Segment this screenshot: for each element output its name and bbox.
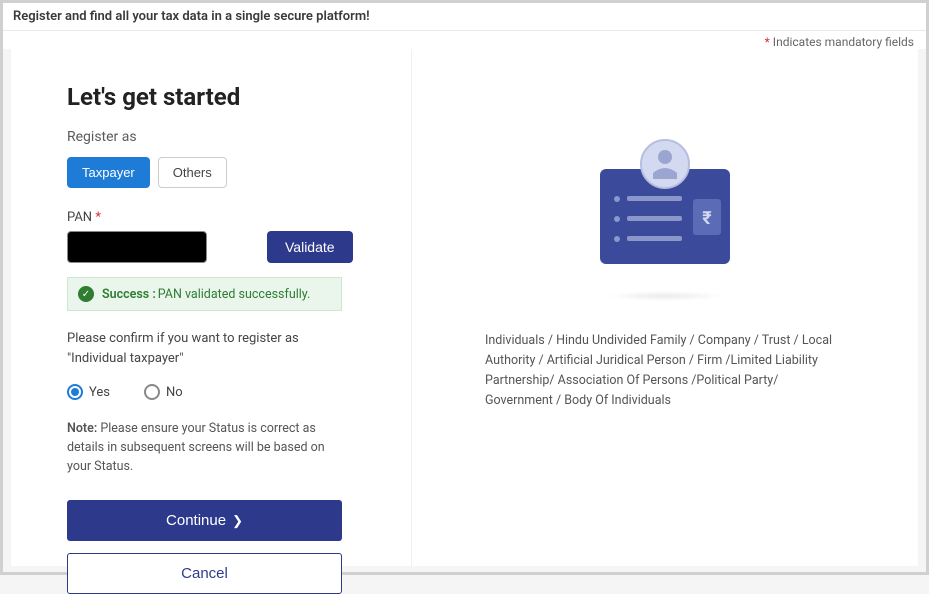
note-bold: Note: bbox=[67, 421, 100, 436]
success-box: ✓ Success : PAN validated successfully. bbox=[67, 277, 342, 311]
main-container: Let's get started Register as Taxpayer O… bbox=[11, 49, 918, 566]
left-panel: Let's get started Register as Taxpayer O… bbox=[11, 49, 411, 566]
validate-button[interactable]: Validate bbox=[267, 231, 353, 263]
radio-yes[interactable]: Yes bbox=[67, 384, 110, 400]
mandatory-text: Indicates mandatory fields bbox=[770, 35, 914, 49]
cancel-button[interactable]: Cancel bbox=[67, 553, 342, 594]
note-body: Please ensure your Status is correct as … bbox=[67, 421, 325, 474]
top-banner: Register and find all your tax data in a… bbox=[3, 3, 926, 31]
radio-yes-label: Yes bbox=[89, 385, 110, 400]
radio-group: Yes No bbox=[67, 384, 411, 400]
pan-input[interactable] bbox=[67, 231, 207, 263]
check-icon: ✓ bbox=[78, 286, 94, 302]
chevron-right-icon: ❯ bbox=[232, 513, 243, 529]
register-as-label: Register as bbox=[67, 129, 411, 145]
taxpayer-types-info: Individuals / Hindu Undivided Family / C… bbox=[485, 331, 845, 411]
mandatory-note: * Indicates mandatory fields bbox=[3, 31, 926, 49]
confirm-type: Individual taxpayer bbox=[71, 351, 179, 366]
register-as-toggle: Taxpayer Others bbox=[67, 157, 411, 188]
radio-yes-circle bbox=[67, 384, 83, 400]
pan-row: Validate bbox=[67, 231, 411, 263]
toggle-taxpayer[interactable]: Taxpayer bbox=[67, 157, 150, 188]
id-card-illustration: ₹ bbox=[575, 129, 755, 301]
radio-no-label: No bbox=[166, 385, 183, 400]
success-message: PAN validated successfully. bbox=[158, 287, 311, 302]
continue-label: Continue bbox=[166, 512, 226, 529]
page-title: Let's get started bbox=[67, 83, 411, 111]
radio-no-circle bbox=[144, 384, 160, 400]
pan-label-text: PAN bbox=[67, 210, 95, 225]
shadow bbox=[605, 291, 725, 301]
pan-label: PAN * bbox=[67, 210, 411, 225]
continue-button[interactable]: Continue ❯ bbox=[67, 500, 342, 541]
confirm-text: Please confirm if you want to register a… bbox=[67, 329, 347, 368]
svg-text:₹: ₹ bbox=[702, 208, 712, 229]
note-text: Note: Please ensure your Status is corre… bbox=[67, 420, 347, 476]
success-label: Success : bbox=[102, 287, 156, 302]
toggle-others[interactable]: Others bbox=[158, 157, 227, 188]
pan-star: * bbox=[95, 210, 101, 225]
confirm-suffix: " bbox=[179, 351, 183, 366]
radio-no[interactable]: No bbox=[144, 384, 183, 400]
right-panel: ₹ Individuals / Hindu Undivided Family /… bbox=[411, 49, 918, 566]
